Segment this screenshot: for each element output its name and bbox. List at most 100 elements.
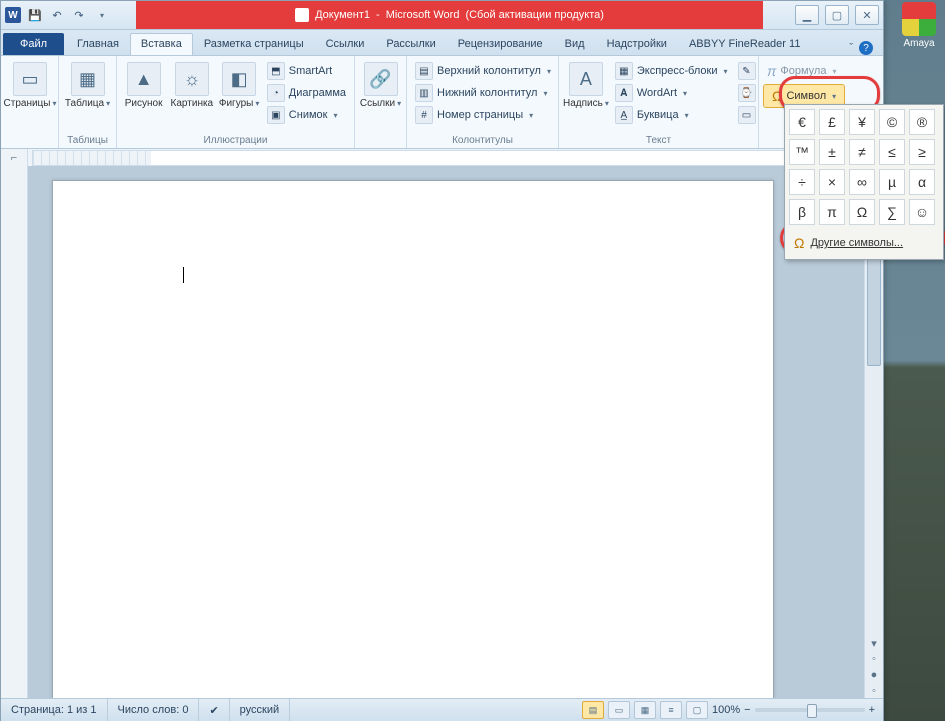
group-illustrations: ▲ Рисунок ☼ Картинка ◧ Фигуры ⬒SmartArt … (117, 56, 355, 148)
shapes-button[interactable]: ◧ Фигуры (217, 58, 260, 109)
browse-object-icon[interactable]: ● (865, 667, 883, 683)
page-number-button[interactable]: #Номер страницы (411, 104, 555, 126)
save-icon[interactable]: 💾 (25, 5, 45, 25)
pages-button[interactable]: ▭ Страницы (5, 58, 55, 109)
status-language[interactable]: русский (230, 699, 290, 721)
smartart-icon: ⬒ (267, 62, 285, 80)
symbol-cell[interactable]: ÷ (789, 169, 815, 195)
symbol-cell[interactable]: ¥ (849, 109, 875, 135)
close-button[interactable]: ✕ (855, 5, 879, 25)
ruler-track[interactable] (32, 150, 867, 166)
tab-references[interactable]: Ссылки (315, 33, 376, 55)
tab-abbyy[interactable]: ABBYY FineReader 11 (678, 33, 812, 55)
vertical-ruler[interactable] (1, 166, 28, 699)
zoom-slider[interactable] (755, 708, 865, 712)
symbol-cell[interactable]: ☺ (909, 199, 935, 225)
smartart-button[interactable]: ⬒SmartArt (263, 60, 350, 82)
signature-icon: ✎ (738, 62, 756, 80)
desktop-shortcut-amaya[interactable]: Amaya (897, 2, 941, 49)
desktop-shortcut-label: Amaya (897, 38, 941, 49)
object-button[interactable]: ▭ (734, 104, 760, 126)
textbox-label: Надпись (563, 98, 609, 109)
view-web-button[interactable]: ▦ (634, 701, 656, 719)
redo-icon[interactable]: ↷ (69, 5, 89, 25)
symbol-cell[interactable]: ® (909, 109, 935, 135)
group-illustrations-label: Иллюстрации (121, 135, 350, 148)
doc-icon-mini (295, 8, 309, 22)
screenshot-button[interactable]: ▣Снимок (263, 104, 350, 126)
chart-button[interactable]: ◔ Диаграмма (263, 82, 350, 104)
wordart-button[interactable]: 𝐀WordArt (611, 82, 732, 104)
clipart-label: Картинка (171, 98, 214, 109)
tab-home[interactable]: Главная (66, 33, 130, 55)
tab-view[interactable]: Вид (554, 33, 596, 55)
tab-page-layout[interactable]: Разметка страницы (193, 33, 315, 55)
tab-review[interactable]: Рецензирование (447, 33, 554, 55)
status-page[interactable]: Страница: 1 из 1 (1, 699, 108, 721)
tab-insert[interactable]: Вставка (130, 33, 193, 55)
header-button[interactable]: ▤Верхний колонтитул (411, 60, 555, 82)
symbol-dropdown-panel: € £ ¥ © ® ™ ± ≠ ≤ ≥ ÷ × ∞ µ α β π Ω ∑ ☺ … (784, 104, 944, 260)
more-symbols-button[interactable]: Ω Другие символы... (789, 231, 939, 255)
symbol-cell[interactable]: ∞ (849, 169, 875, 195)
symbol-cell[interactable]: ∑ (879, 199, 905, 225)
tab-addins[interactable]: Надстройки (596, 33, 678, 55)
word-app-icon: W (5, 7, 21, 23)
quickparts-button[interactable]: ▦Экспресс-блоки (611, 60, 732, 82)
status-zoom[interactable]: 100% (712, 704, 740, 716)
minimize-button[interactable]: ▁ (795, 5, 819, 25)
zoom-knob[interactable] (807, 704, 817, 718)
table-button[interactable]: ▦ Таблица (63, 58, 112, 109)
symbol-cell[interactable]: π (819, 199, 845, 225)
ribbon-minimize-icon[interactable]: ˇ (849, 42, 853, 54)
symbol-cell[interactable]: © (879, 109, 905, 135)
view-fullscreen-button[interactable]: ▭ (608, 701, 630, 719)
zoom-out-button[interactable]: − (744, 704, 750, 716)
next-page-icon[interactable]: ◦ (865, 683, 883, 699)
picture-label: Рисунок (125, 98, 163, 109)
signature-line-button[interactable]: ✎ (734, 60, 760, 82)
symbol-cell[interactable]: £ (819, 109, 845, 135)
view-draft-button[interactable]: ▢ (686, 701, 708, 719)
symbol-cell[interactable]: × (819, 169, 845, 195)
pageno-label: Номер страницы (437, 109, 523, 121)
textbox-button[interactable]: A Надпись (563, 58, 609, 109)
symbol-cell[interactable]: ≠ (849, 139, 875, 165)
view-print-layout-button[interactable]: ▤ (582, 701, 604, 719)
tab-file[interactable]: Файл (3, 33, 64, 55)
help-icon[interactable]: ? (859, 41, 873, 55)
chart-icon: ◔ (267, 84, 285, 102)
tab-mailings[interactable]: Рассылки (375, 33, 446, 55)
symbol-cell[interactable]: ± (819, 139, 845, 165)
qat-menu-icon[interactable] (91, 5, 111, 25)
symbol-cell[interactable]: Ω (849, 199, 875, 225)
symbol-cell[interactable]: ™ (789, 139, 815, 165)
page-viewport[interactable] (28, 166, 864, 699)
footer-icon: ▥ (415, 84, 433, 102)
symbol-cell[interactable]: ≤ (879, 139, 905, 165)
symbol-cell[interactable]: ≥ (909, 139, 935, 165)
symbol-cell[interactable]: µ (879, 169, 905, 195)
status-words[interactable]: Число слов: 0 (108, 699, 200, 721)
page[interactable] (52, 180, 774, 699)
chart-label: Диаграмма (289, 87, 346, 99)
symbol-cell[interactable]: β (789, 199, 815, 225)
clipart-button[interactable]: ☼ Картинка (168, 58, 215, 109)
scroll-down-icon[interactable]: ▾ (865, 635, 883, 651)
symbol-cell[interactable]: € (789, 109, 815, 135)
datetime-button[interactable]: ⌚ (734, 82, 760, 104)
picture-button[interactable]: ▲ Рисунок (121, 58, 166, 109)
maximize-button[interactable]: ▢ (825, 5, 849, 25)
prev-page-icon[interactable]: ◦ (865, 651, 883, 667)
symbol-cell[interactable]: α (909, 169, 935, 195)
zoom-in-button[interactable]: + (869, 704, 875, 716)
undo-icon[interactable]: ↶ (47, 5, 67, 25)
dropcap-button[interactable]: A̲Буквица (611, 104, 732, 126)
view-outline-button[interactable]: ≡ (660, 701, 682, 719)
link-icon: 🔗 (364, 62, 398, 96)
status-spellcheck[interactable]: ✔ (199, 699, 229, 721)
footer-button[interactable]: ▥Нижний колонтитул (411, 82, 555, 104)
links-button[interactable]: 🔗 Ссылки (359, 58, 402, 109)
group-headerfooter-label: Колонтитулы (411, 135, 554, 148)
ruler-corner[interactable]: ⌐ (1, 149, 28, 167)
